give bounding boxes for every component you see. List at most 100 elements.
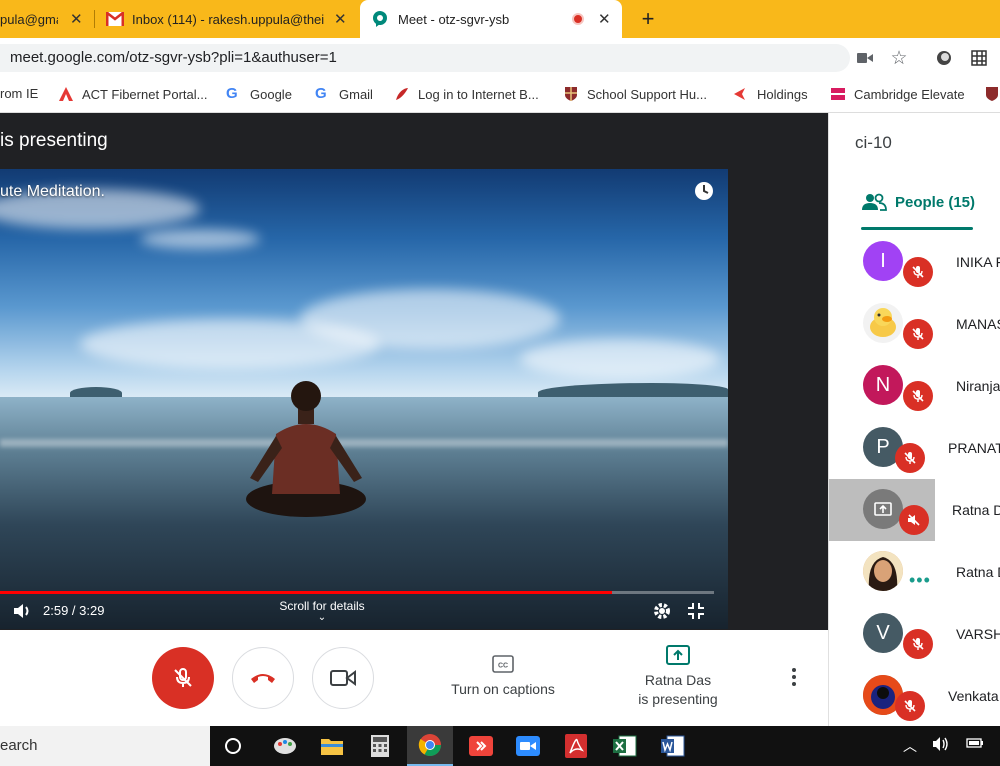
presenter-status: is presenting [638, 691, 718, 707]
url-text: meet.google.com/otz-sgvr-ysb?pli=1&authu… [10, 49, 337, 66]
excel-icon[interactable] [602, 726, 648, 766]
leave-call-button[interactable] [232, 647, 294, 709]
camera-icon [330, 670, 356, 686]
avatar [863, 489, 903, 529]
volume-icon[interactable] [932, 736, 950, 755]
shield-icon [986, 87, 998, 101]
presenter-name: Ratna Das [644, 672, 712, 688]
bookmark-label: School Support Hu... [587, 86, 707, 102]
tab-people[interactable]: People (15) [861, 193, 975, 211]
avatar [863, 303, 903, 343]
bookmark-gmail[interactable]: G Gmail [315, 86, 373, 102]
mic-off-icon [174, 668, 192, 687]
people-icon [862, 193, 887, 211]
shared-video[interactable]: ute Meditation. 2:59 / 3:29 Scroll for d… [0, 169, 728, 629]
chevron-up-icon[interactable]: ︿ [903, 736, 917, 756]
mic-off-icon [895, 443, 925, 473]
tab-label: Inbox (114) - rakesh.uppula@thei [132, 11, 325, 27]
close-icon[interactable]: ✕ [598, 10, 611, 28]
participant-name: Ratna D [956, 564, 1000, 580]
bookmark-star-icon[interactable]: ☆ [889, 48, 909, 69]
bookmark-overflow[interactable] [984, 86, 1000, 102]
participant-name: PRANAT [948, 440, 1000, 456]
participant-name: INIKA F [956, 254, 1000, 270]
search-text: earch [0, 737, 38, 754]
closed-captions-icon: CC [492, 655, 514, 673]
bookmark-holdings[interactable]: Holdings [733, 86, 808, 102]
windows-taskbar: earch ︿ [0, 726, 1000, 766]
meeting-code: ci-10 [855, 133, 892, 152]
close-icon[interactable]: ✕ [334, 10, 347, 28]
presentation-status-button[interactable]: Ratna Das is presenting [626, 645, 730, 709]
present-screen-icon [666, 645, 690, 665]
volume-icon[interactable] [12, 601, 32, 621]
bookmark-google[interactable]: G Google [226, 86, 292, 102]
bookmark-label: Cambridge Elevate [854, 86, 965, 102]
taskbar-search-box[interactable]: earch [0, 726, 210, 766]
chevron-down-icon: ⌄ [317, 612, 327, 623]
tab-gmail-account[interactable]: pula@gmai ✕ [0, 0, 92, 38]
bookmark-label: Holdings [757, 86, 808, 102]
bookmark-internet-banking[interactable]: Log in to Internet B... [394, 86, 539, 102]
mic-off-icon [903, 319, 933, 349]
microphone-toggle-button[interactable] [152, 647, 214, 709]
camera-toggle-button[interactable] [312, 647, 374, 709]
mic-off-icon [903, 257, 933, 287]
avatar: N [863, 365, 903, 405]
address-bar[interactable]: meet.google.com/otz-sgvr-ysb?pli=1&authu… [0, 44, 850, 72]
chrome-icon[interactable] [407, 726, 453, 766]
anydesk-icon[interactable] [458, 726, 504, 766]
exit-fullscreen-icon[interactable] [686, 601, 706, 621]
participant-row[interactable]: Venkata [829, 665, 1000, 726]
battery-icon[interactable] [966, 736, 984, 752]
captions-button[interactable]: CC Turn on captions [440, 655, 566, 697]
mic-off-icon [903, 629, 933, 659]
scroll-for-details[interactable]: Scroll for details ⌄ [270, 599, 374, 623]
mic-off-icon [895, 691, 925, 721]
people-tab-label: People (15) [895, 193, 976, 211]
participant-name: Venkata [948, 688, 999, 704]
paint-app-icon[interactable] [262, 726, 308, 766]
file-explorer-icon[interactable] [309, 726, 355, 766]
video-progress-bar[interactable] [0, 591, 714, 594]
meet-icon [373, 11, 387, 27]
tab-inbox[interactable]: Inbox (114) - rakesh.uppula@thei ✕ [98, 0, 356, 38]
participant-row[interactable]: P PRANAT [829, 417, 1000, 479]
tab-meet[interactable]: Meet - otz-sgvr-ysb ✕ [360, 0, 622, 38]
address-bar-row: meet.google.com/otz-sgvr-ysb?pli=1&authu… [0, 38, 1000, 78]
bookmark-label: Log in to Internet B... [418, 86, 539, 102]
active-tab-indicator [861, 227, 973, 230]
bookmark-ie[interactable]: rom IE [0, 86, 38, 101]
participant-row-presenter[interactable] [829, 479, 935, 541]
camera-icon[interactable] [855, 48, 875, 68]
participant-row[interactable]: N Niranja [829, 355, 1000, 417]
participant-row[interactable]: I INIKA F [829, 231, 1000, 293]
word-icon[interactable] [650, 726, 696, 766]
video-time: 2:59 / 3:29 [43, 603, 105, 618]
grid-extension-icon[interactable] [969, 48, 989, 68]
act-logo-icon [59, 87, 73, 101]
participant-name: MANAS [956, 316, 1000, 332]
presentation-stage: is presenting ute Meditation. 2:59 / 3:2… [0, 113, 828, 630]
settings-gear-icon[interactable] [652, 601, 672, 621]
new-tab-button[interactable]: + [637, 6, 659, 32]
bookmark-label: rom IE [0, 86, 39, 101]
task-view-icon[interactable] [210, 726, 256, 766]
google-icon: G [315, 85, 327, 102]
calculator-icon[interactable] [357, 726, 403, 766]
acrobat-icon[interactable] [553, 726, 599, 766]
participant-row[interactable]: ••• Ratna D [829, 541, 1000, 603]
participant-name: Niranja [956, 378, 1000, 394]
video-progress-fill [0, 591, 612, 594]
close-icon[interactable]: ✕ [70, 10, 83, 28]
bookmark-act-fibernet[interactable]: ACT Fibernet Portal... [58, 86, 207, 102]
zoom-icon[interactable] [505, 726, 551, 766]
participant-row[interactable]: V VARSH [829, 603, 1000, 665]
bookmark-school-support[interactable]: School Support Hu... [563, 86, 707, 102]
bookmark-cambridge-elevate[interactable]: Cambridge Elevate [830, 86, 965, 102]
extension-icon[interactable] [934, 48, 954, 68]
more-options-icon[interactable] [786, 666, 802, 690]
watch-later-icon[interactable] [694, 181, 714, 201]
participant-row[interactable]: MANAS [829, 293, 1000, 355]
meeting-controls-bar: CC Turn on captions Ratna Das is present… [0, 630, 828, 726]
